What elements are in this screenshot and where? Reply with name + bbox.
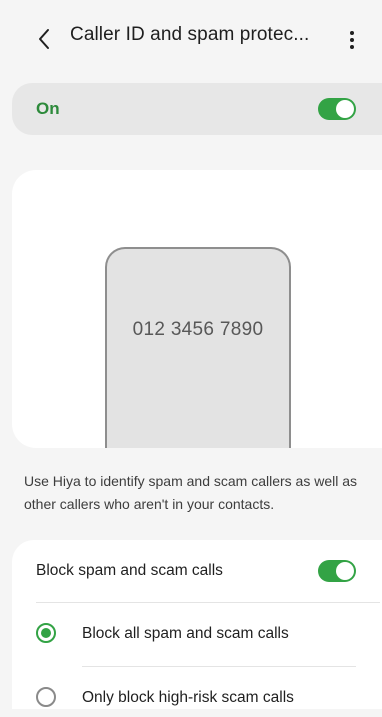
block-spam-label: Block spam and scam calls <box>36 562 223 579</box>
option-high-risk-only[interactable]: Only block high-risk scam calls <box>12 667 382 717</box>
switch-knob <box>336 100 354 118</box>
more-vertical-icon <box>350 31 354 49</box>
phone-number-text: 012 3456 7890 <box>132 319 264 340</box>
block-spam-row[interactable]: Block spam and scam calls <box>12 540 382 602</box>
hiya-description: Use Hiya to identify spam and scam calle… <box>24 473 358 512</box>
back-button[interactable] <box>30 22 58 56</box>
page-title: Caller ID and spam protec... <box>70 24 310 45</box>
option-label: Only block high-risk scam calls <box>82 689 294 706</box>
switch-knob <box>336 562 354 580</box>
master-toggle-label: On <box>36 99 60 118</box>
spam-settings-card: Block spam and scam calls Block all spam… <box>12 540 382 709</box>
radio-block-all[interactable] <box>36 623 56 643</box>
master-toggle-switch[interactable] <box>318 98 356 120</box>
master-toggle-row[interactable]: On <box>12 83 382 135</box>
radio-high-risk-only[interactable] <box>36 687 56 707</box>
block-spam-switch[interactable] <box>318 560 356 582</box>
chevron-left-icon <box>39 29 49 49</box>
option-block-all[interactable]: Block all spam and scam calls <box>12 603 382 665</box>
phone-illustration: 012 3456 7890 <box>105 247 291 448</box>
app-header: Caller ID and spam protec... <box>0 0 382 76</box>
option-label: Block all spam and scam calls <box>82 625 289 642</box>
more-options-button[interactable] <box>340 24 364 56</box>
caller-id-preview-card: 012 3456 7890 <box>12 170 382 448</box>
